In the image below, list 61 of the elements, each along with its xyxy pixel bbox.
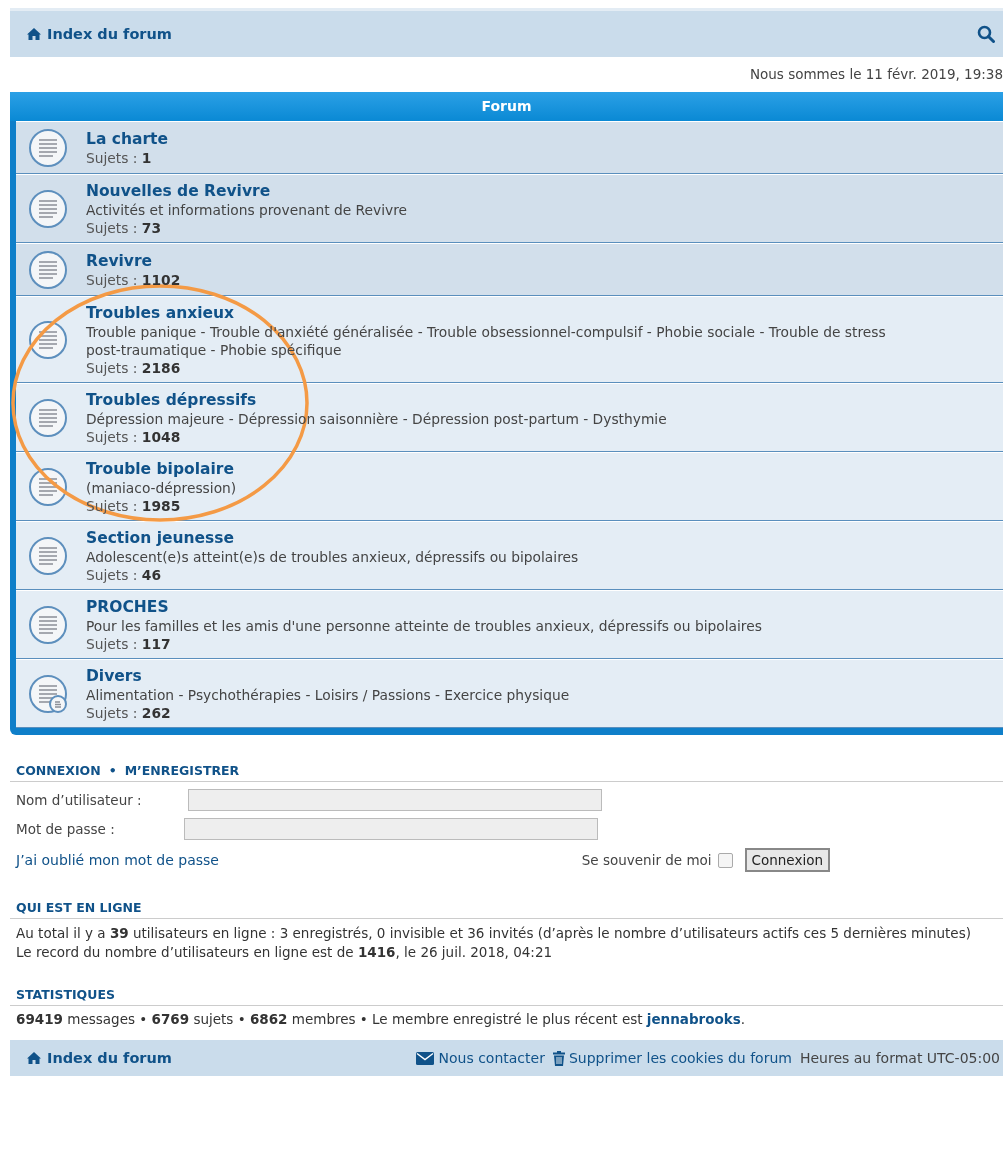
forum-icon <box>28 189 68 229</box>
forum-link[interactable]: Revivre <box>86 251 181 271</box>
period-text: . <box>740 1011 746 1027</box>
home-link[interactable]: Index du forum <box>26 26 172 42</box>
separator: • <box>108 763 117 778</box>
statistics-text: 69419 messages • 6769 sujets • 6862 membres • Le membre enregistré le plus récent est <box>16 1011 643 1027</box>
username-field[interactable] <box>188 789 602 811</box>
topic-count: Sujets : 1102 <box>86 271 181 289</box>
topic-count: Sujets : 2186 <box>86 359 182 377</box>
forum-description: Pour les familles et les amis d'une personne atteinte de troubles anxieux, dépressifs ou bipolaires <box>86 617 762 635</box>
forum-icon <box>28 536 68 576</box>
forum-link[interactable]: Trouble bipolaire <box>86 459 237 479</box>
forum-icon <box>28 250 68 290</box>
table-header: Forum <box>10 92 1003 121</box>
forum-link[interactable]: Divers <box>86 666 570 686</box>
forum-link[interactable]: Troubles anxieux <box>86 303 901 323</box>
record-text: Le record du nombre d’utilisateurs en ligne est de 1416, le 26 juil. 2018, 04:21 <box>16 944 554 961</box>
topic-count: Sujets : 1048 <box>86 428 182 446</box>
topic-count: Sujets : 262 <box>86 704 172 722</box>
home-icon <box>26 27 42 41</box>
section-heading: QUI EST EN LIGNE <box>16 900 142 915</box>
forum-icon <box>28 128 68 168</box>
forum-icon <box>28 398 68 438</box>
forum-link[interactable]: Section jeunesse <box>86 528 579 548</box>
envelope-icon <box>416 1051 435 1065</box>
contact-link[interactable]: Nous contacter <box>416 1050 545 1066</box>
topic-count: Sujets : 46 <box>86 566 163 584</box>
register-link[interactable]: M’ENREGISTRER <box>124 763 240 778</box>
topic-count: Sujets : 1 <box>86 149 153 167</box>
search-icon[interactable] <box>977 25 995 43</box>
home-link[interactable]: Index du forum <box>26 1050 172 1066</box>
login-button[interactable]: Connexion <box>744 848 830 872</box>
delete-cookies-link[interactable]: Supprimer les cookies du forum <box>552 1050 792 1066</box>
timezone-text: Heures au format UTC-05:00 <box>799 1050 1000 1066</box>
forum-link[interactable]: Nouvelles de Revivre <box>86 181 408 201</box>
forum-description: Alimentation - Psychothérapies - Loisirs / Passions - Exercice physique <box>86 686 570 704</box>
forum-subforums-icon <box>28 674 68 714</box>
forgot-password-link[interactable]: J’ai oublié mon mot de passe <box>16 852 219 868</box>
forum-description: (maniaco-dépression) <box>86 479 237 497</box>
section-heading: STATISTIQUES <box>16 987 115 1002</box>
forum-description: Adolescent(e)s atteint(e)s de troubles anxieux, dépressifs ou bipolaires <box>86 548 579 566</box>
forum-link[interactable]: La charte <box>86 129 168 149</box>
forum-link[interactable]: PROCHES <box>86 597 762 617</box>
date-text: Nous sommes le 11 févr. 2019, 19:38 <box>748 65 1003 84</box>
online-text: Au total il y a 39 utilisateurs en ligne : 3 enregistrés, 0 invisible et 36 invités (d’après le nombre d’utilisateurs actifs ces 5 dernières minutes) <box>16 925 972 942</box>
home-icon <box>26 1051 42 1065</box>
topic-count: Sujets : 73 <box>86 219 163 237</box>
login-link[interactable]: CONNEXION <box>16 763 101 778</box>
forum-icon <box>28 320 68 360</box>
password-field[interactable] <box>184 818 598 840</box>
username-label: Nom d’utilisateur : <box>16 792 143 808</box>
forum-link[interactable]: Troubles dépressifs <box>86 390 667 410</box>
member-link[interactable]: jennabrooks <box>646 1011 741 1027</box>
topic-count: Sujets : 117 <box>86 635 172 653</box>
forum-icon <box>28 467 68 507</box>
trash-icon <box>552 1050 565 1066</box>
forum-icon <box>28 605 68 645</box>
password-label: Mot de passe : <box>16 821 116 837</box>
forum-description: Activités et informations provenant de Revivre <box>86 201 408 219</box>
remember-label: Se souvenir de moi <box>581 852 712 868</box>
remember-checkbox[interactable] <box>717 852 733 868</box>
